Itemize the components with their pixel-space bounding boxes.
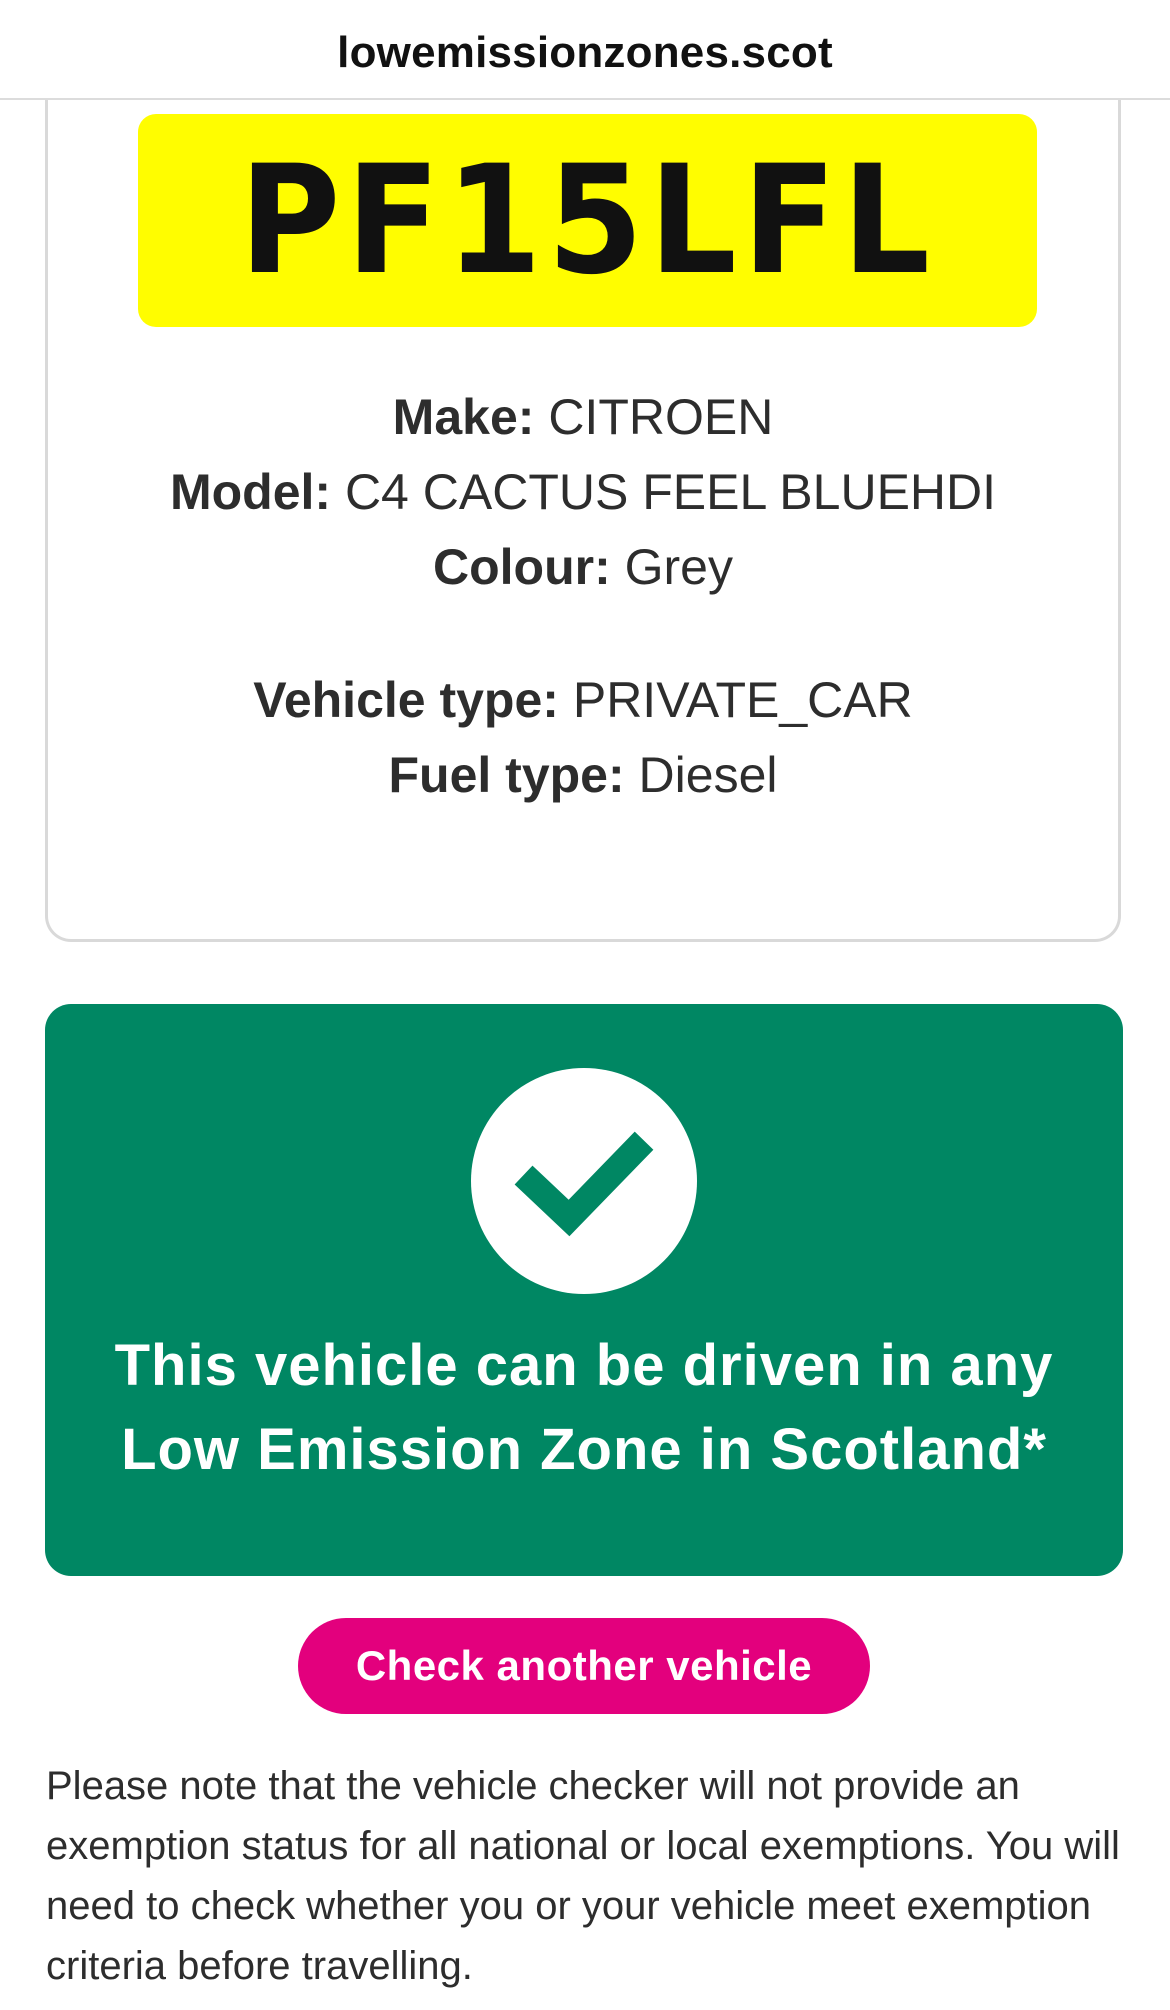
result-message-line-2: Low Emission Zone in Scotland*: [121, 1417, 1047, 1482]
check-another-vehicle-button[interactable]: Check another vehicle: [298, 1618, 870, 1714]
lez-result-panel: This vehicle can be driven in any Low Em…: [45, 1004, 1123, 1576]
colour-label: Colour:: [433, 539, 611, 595]
fuel-type-row: Fuel type: Diesel: [48, 738, 1118, 813]
registration-plate: PF15LFL: [138, 114, 1037, 327]
vehicle-details-list: Make: CITROEN Model: C4 CACTUS FEEL BLUE…: [48, 380, 1118, 605]
result-message-line-1: This vehicle can be driven in any: [114, 1333, 1054, 1398]
vehicle-classification-list: Vehicle type: PRIVATE_CAR Fuel type: Die…: [48, 663, 1118, 813]
vehicle-type-value: PRIVATE_CAR: [572, 672, 913, 728]
success-badge: [471, 1068, 697, 1294]
model-value: C4 CACTUS FEEL BLUEHDI: [344, 464, 997, 520]
model-label: Model:: [169, 464, 332, 520]
checkmark-icon: [514, 1131, 654, 1237]
colour-row: Colour: Grey: [48, 530, 1118, 605]
make-value: CITROEN: [548, 389, 774, 445]
make-label: Make:: [392, 389, 535, 445]
vehicle-type-label: Vehicle type:: [253, 672, 559, 728]
fuel-type-label: Fuel type:: [388, 747, 625, 803]
make-row: Make: CITROEN: [48, 380, 1118, 455]
exemption-note: Please note that the vehicle checker wil…: [46, 1764, 1120, 1988]
vehicle-details-card: PF15LFL Make: CITROEN Model: C4 CACTUS F…: [45, 60, 1121, 942]
browser-address-bar[interactable]: lowemissionzones.scot: [0, 0, 1170, 100]
model-row: Model: C4 CACTUS FEEL BLUEHDI: [48, 455, 1118, 530]
colour-value: Grey: [624, 539, 733, 595]
registration-number: PF15LFL: [239, 133, 936, 308]
fuel-type-value: Diesel: [638, 747, 778, 803]
result-message: This vehicle can be driven in any Low Em…: [45, 1324, 1123, 1492]
browser-url[interactable]: lowemissionzones.scot: [337, 20, 833, 78]
vehicle-type-row: Vehicle type: PRIVATE_CAR: [48, 663, 1118, 738]
